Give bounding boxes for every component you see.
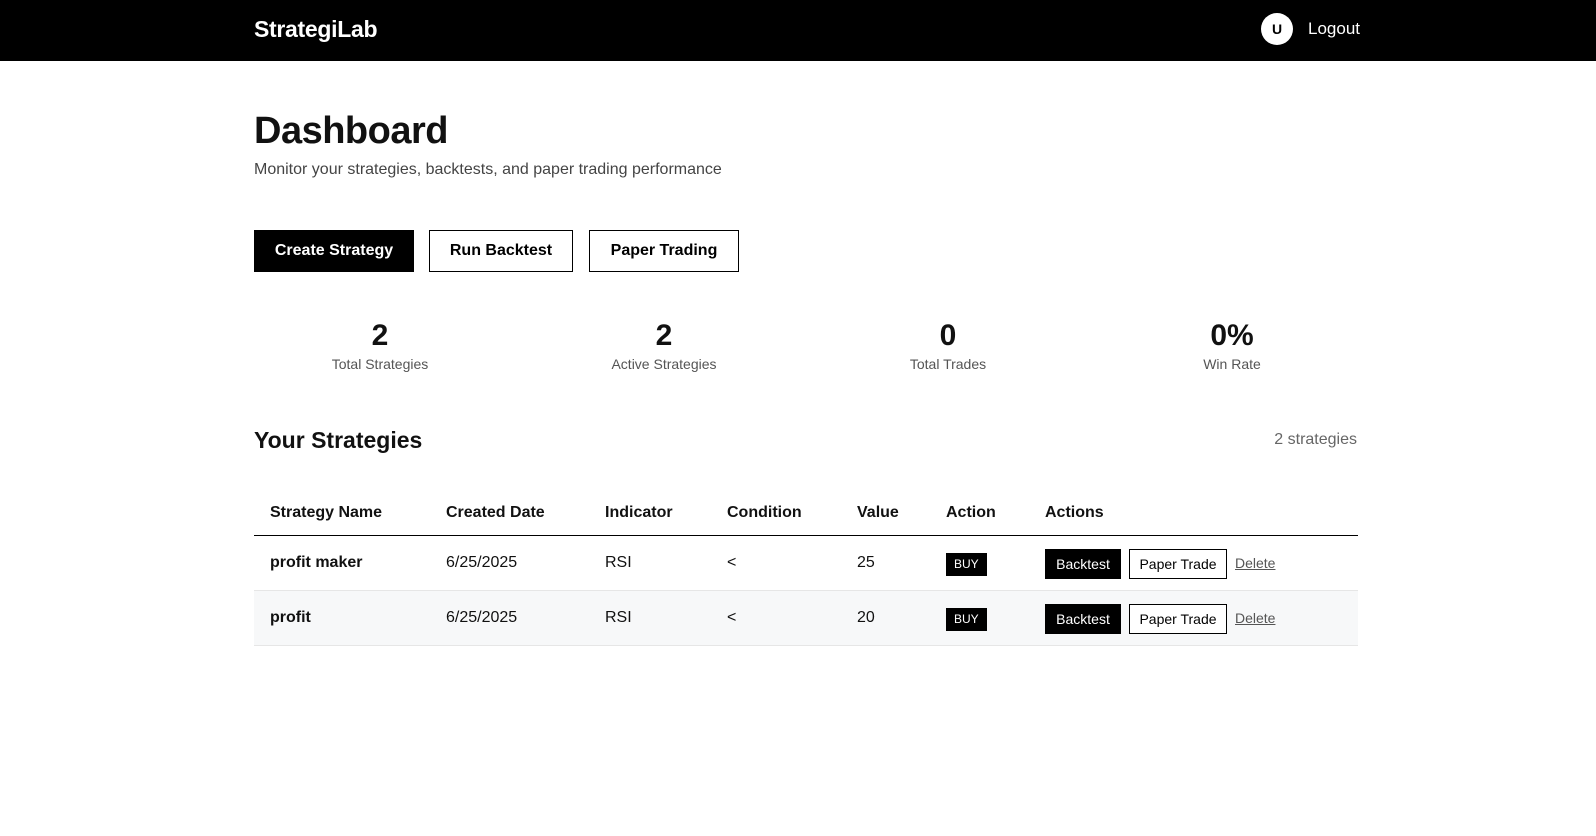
stat-total-trades: 0 Total Trades [848,318,1048,372]
backtest-button[interactable]: Backtest [1045,549,1121,579]
stat-total-strategies: 2 Total Strategies [280,318,480,372]
page-subtitle: Monitor your strategies, backtests, and … [254,161,722,178]
logout-link[interactable]: Logout [1308,19,1360,39]
value: 25 [857,554,875,571]
stat-label: Win Rate [1203,356,1261,372]
created-date: 6/25/2025 [446,554,518,571]
column-header-condition: Condition [727,504,802,521]
strategies-table: Strategy Name Created Date Indicator Con… [254,492,1358,646]
stat-value: 0 [939,319,957,352]
run-backtest-button[interactable]: Run Backtest [429,230,573,272]
strategy-name: profit [270,609,311,626]
user-avatar[interactable]: U [1261,13,1293,45]
create-strategy-button[interactable]: Create Strategy [254,230,414,272]
condition: < [727,554,737,571]
paper-trade-button[interactable]: Paper Trade [1129,549,1227,579]
action-badge: BUY [946,553,987,576]
stat-label: Active Strategies [611,356,717,372]
strategies-count: 2 strategies [1274,431,1357,448]
stat-value: 2 [655,319,673,352]
stat-value: 2 [371,319,389,352]
indicator: RSI [605,554,632,571]
condition: < [727,609,737,626]
table-header: Strategy Name Created Date Indicator Con… [254,492,1358,536]
paper-trading-button[interactable]: Paper Trading [589,230,739,272]
column-header-indicator: Indicator [605,504,673,521]
table-row: profit maker 6/25/2025 RSI < 25 BUY Back… [254,536,1358,591]
stat-label: Total Trades [909,356,987,372]
stat-active-strategies: 2 Active Strategies [564,318,764,372]
column-header-strategy-name: Strategy Name [270,504,383,521]
column-header-value: Value [857,504,899,521]
stat-win-rate: 0% Win Rate [1132,318,1332,372]
table-row: profit 6/25/2025 RSI < 20 BUY Backtest P… [254,591,1358,646]
delete-link[interactable]: Delete [1235,555,1275,571]
value: 20 [857,609,875,626]
stat-label: Total Strategies [331,356,429,372]
column-header-created-date: Created Date [446,504,545,521]
stat-value: 0% [1210,319,1254,352]
created-date: 6/25/2025 [446,609,518,626]
indicator: RSI [605,609,632,626]
column-header-action: Action [946,504,996,521]
strategies-section-title: Your Strategies [254,427,423,453]
strategy-name: profit maker [270,554,363,571]
page-title: Dashboard [254,110,448,152]
top-navbar: StrategiLab U Logout [0,0,1596,61]
column-header-actions: Actions [1045,504,1104,521]
backtest-button[interactable]: Backtest [1045,604,1121,634]
brand-logo[interactable]: StrategiLab [254,16,378,43]
action-badge: BUY [946,608,987,631]
delete-link[interactable]: Delete [1235,610,1275,626]
paper-trade-button[interactable]: Paper Trade [1129,604,1227,634]
